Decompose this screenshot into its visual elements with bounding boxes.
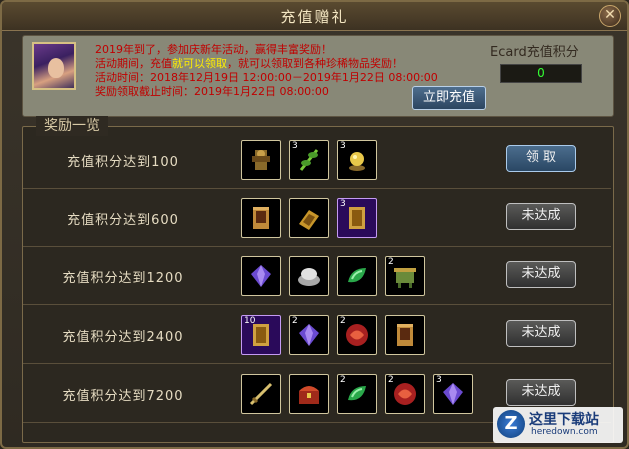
watermark-url: heredown.com bbox=[531, 427, 598, 437]
claim-button[interactable]: 领 取 bbox=[506, 145, 576, 172]
orb-item[interactable]: 3 bbox=[337, 140, 377, 180]
item-count: 2 bbox=[292, 316, 298, 326]
herb-item[interactable]: 3 bbox=[289, 140, 329, 180]
info-line-3: 活动时间：2018年12月19日 12:00:00－2019年1月22日 08:… bbox=[95, 71, 438, 84]
book-item[interactable] bbox=[289, 198, 329, 238]
item-count: 3 bbox=[340, 199, 346, 209]
tome-item[interactable]: 3 bbox=[337, 198, 377, 238]
not-reached-button[interactable]: 未达成 bbox=[506, 261, 576, 288]
tome-item[interactable]: 10 bbox=[241, 315, 281, 355]
item-count: 2 bbox=[388, 375, 394, 385]
ecard-points-value: 0 bbox=[500, 64, 582, 83]
jade-item[interactable] bbox=[337, 256, 377, 296]
watermark-logo: Z bbox=[497, 410, 525, 438]
sword-item[interactable] bbox=[241, 374, 281, 414]
info-line-2: 活动期间，充值就可以领取，就可以领取到各种珍稀物品奖励！ bbox=[95, 57, 403, 70]
cauldron-item[interactable]: 2 bbox=[385, 256, 425, 296]
close-button[interactable]: ✕ bbox=[599, 5, 621, 27]
not-reached-button[interactable]: 未达成 bbox=[506, 379, 576, 406]
item-count: 10 bbox=[244, 316, 256, 326]
red-orb-item[interactable]: 2 bbox=[337, 315, 377, 355]
watermark-name: 这里下载站 bbox=[529, 412, 599, 428]
silver-ingot-item[interactable] bbox=[289, 256, 329, 296]
not-reached-button[interactable]: 未达成 bbox=[506, 320, 576, 347]
recharge-now-button[interactable]: 立即充值 bbox=[412, 86, 486, 110]
reward-row: 充值积分达到600 3 未达成 bbox=[23, 190, 611, 247]
item-count: 3 bbox=[292, 141, 298, 151]
reward-threshold-label: 充值积分达到1200 bbox=[62, 271, 184, 286]
gem-item[interactable]: 2 bbox=[289, 315, 329, 355]
reward-threshold-label: 充值积分达到600 bbox=[67, 213, 179, 228]
scroll-item[interactable] bbox=[241, 198, 281, 238]
reward-row: 充值积分达到1200 2 未达成 bbox=[23, 248, 611, 305]
info-panel: 2019年到了，参加庆新年活动，赢得丰富奖励！ 活动期间，充值就可以领取，就可以… bbox=[22, 35, 614, 117]
info-line-1: 2019年到了，参加庆新年活动，赢得丰富奖励！ bbox=[95, 43, 332, 56]
reward-threshold-label: 充值积分达到2400 bbox=[62, 330, 184, 345]
window-title: 充值赠礼 bbox=[280, 8, 349, 26]
item-count: 2 bbox=[340, 375, 346, 385]
item-count: 3 bbox=[340, 141, 346, 151]
not-reached-button[interactable]: 未达成 bbox=[506, 203, 576, 230]
reward-threshold-label: 充值积分达到100 bbox=[67, 155, 179, 170]
red-orb-item[interactable]: 2 bbox=[385, 374, 425, 414]
ecard-points-label: Ecard充值积分 bbox=[490, 45, 579, 60]
title-bar: 充值赠礼 ✕ bbox=[2, 2, 627, 31]
recharge-gift-window: 充值赠礼 ✕ 2019年到了，参加庆新年活动，赢得丰富奖励！ 活动期间，充值就可… bbox=[0, 0, 629, 449]
info-line-4: 奖励领取截止时间：2019年1月22日 08:00:00 bbox=[95, 85, 329, 98]
item-count: 2 bbox=[340, 316, 346, 326]
item-count: 2 bbox=[388, 257, 394, 267]
reward-row: 充值积分达到2400 10 2 2 未达成 bbox=[23, 307, 611, 364]
gem-item[interactable] bbox=[241, 256, 281, 296]
reward-row: 充值积分达到100 3 3 领 取 bbox=[23, 132, 611, 189]
site-watermark: Z 这里下载站 heredown.com bbox=[493, 407, 623, 443]
jade-item[interactable]: 2 bbox=[337, 374, 377, 414]
armor-item[interactable] bbox=[241, 140, 281, 180]
gem-item[interactable]: 3 bbox=[433, 374, 473, 414]
item-count: 3 bbox=[436, 375, 442, 385]
reward-threshold-label: 充值积分达到7200 bbox=[62, 389, 184, 404]
scroll-item[interactable] bbox=[385, 315, 425, 355]
avatar bbox=[32, 42, 76, 90]
chest-item[interactable] bbox=[289, 374, 329, 414]
